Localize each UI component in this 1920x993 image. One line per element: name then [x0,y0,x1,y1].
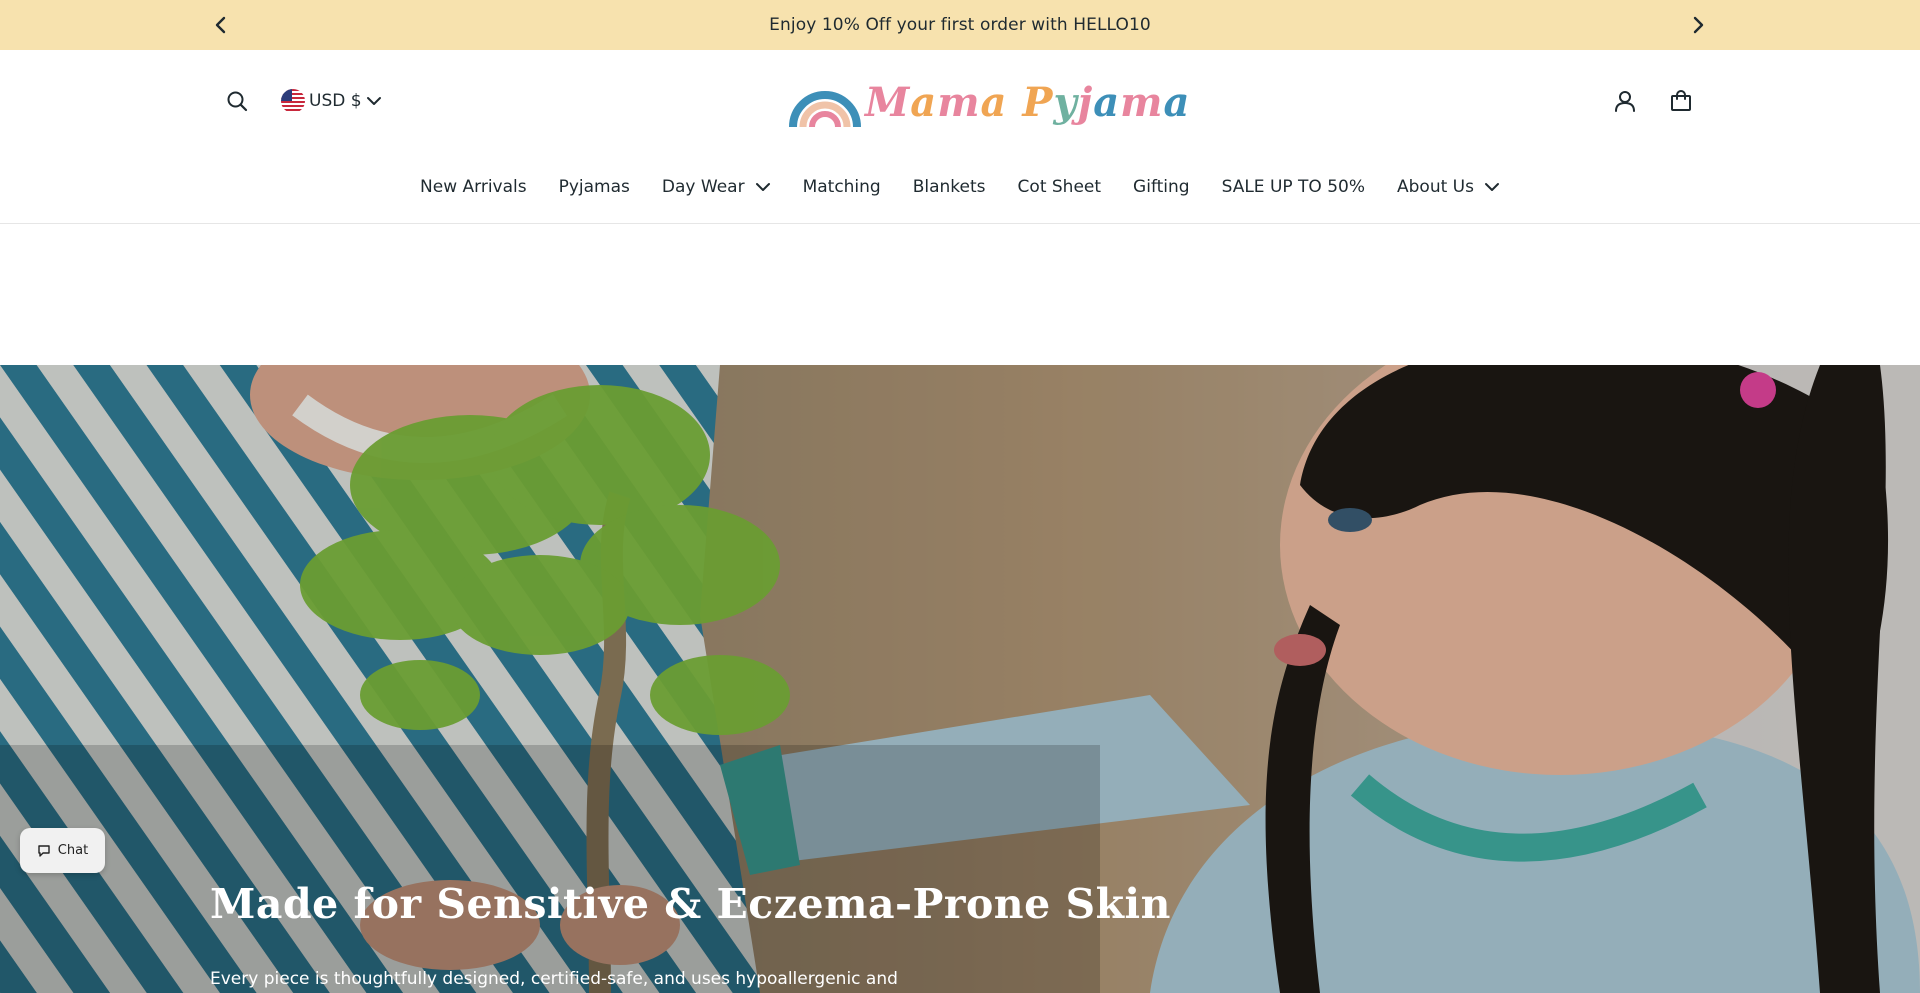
nav-item-gifting[interactable]: Gifting [1133,177,1190,197]
account-button[interactable] [1610,86,1640,116]
search-icon [227,91,248,112]
nav-label: New Arrivals [420,177,527,197]
announcement-text: Enjoy 10% Off your first order with HELL… [769,15,1151,35]
nav-item-cot-sheet[interactable]: Cot Sheet [1018,177,1102,197]
hero-banner: Made for Sensitive & Eczema-Prone Skin E… [0,365,1920,993]
chevron-left-icon [215,16,226,34]
main-navigation: New Arrivals Pyjamas Day Wear Matching B… [0,174,1920,200]
chevron-down-icon [366,97,381,105]
search-button[interactable] [222,86,252,116]
nav-label: Gifting [1133,177,1190,197]
cart-button[interactable] [1666,86,1696,116]
announcement-prev-button[interactable] [209,13,233,37]
currency-label: USD $ [309,91,362,111]
chat-label: Chat [57,843,89,858]
chevron-down-icon [1484,183,1499,191]
site-logo[interactable]: Mama Pyjama [789,77,1189,137]
shopping-bag-icon [1671,90,1691,111]
logo-wordmark: Mama Pyjama [865,79,1191,126]
nav-item-pyjamas[interactable]: Pyjamas [559,177,630,197]
announcement-next-button[interactable] [1686,13,1710,37]
nav-item-new-arrivals[interactable]: New Arrivals [420,177,527,197]
nav-label: Cot Sheet [1017,177,1102,197]
announcement-bar: Enjoy 10% Off your first order with HELL… [0,0,1920,50]
nav-item-matching[interactable]: Matching [803,177,881,197]
nav-label: About Us [1397,177,1474,197]
nav-label: SALE UP TO 50% [1221,177,1365,197]
nav-label: Blankets [912,177,986,197]
account-icon [1615,91,1635,112]
nav-item-sale[interactable]: SALE UP TO 50% [1222,177,1365,197]
chevron-down-icon [755,183,770,191]
nav-item-day-wear[interactable]: Day Wear [662,177,771,197]
nav-label: Day Wear [661,177,745,197]
hero-subtitle: Every piece is thoughtfully designed, ce… [210,969,898,989]
currency-selector[interactable]: USD $ [281,87,382,115]
chat-button[interactable]: Chat [20,828,105,873]
nav-label: Pyjamas [558,177,630,197]
rainbow-logo-icon [789,91,861,128]
hero-title: Made for Sensitive & Eczema-Prone Skin [210,880,1171,928]
chevron-right-icon [1693,16,1704,34]
site-header: USD $ Mama Pyjama New Arrivals Pyjamas D… [0,50,1920,224]
us-flag-icon [281,89,305,113]
nav-label: Matching [802,177,881,197]
nav-item-about-us[interactable]: About Us [1397,177,1500,197]
chat-bubble-icon [38,844,50,857]
nav-item-blankets[interactable]: Blankets [913,177,986,197]
